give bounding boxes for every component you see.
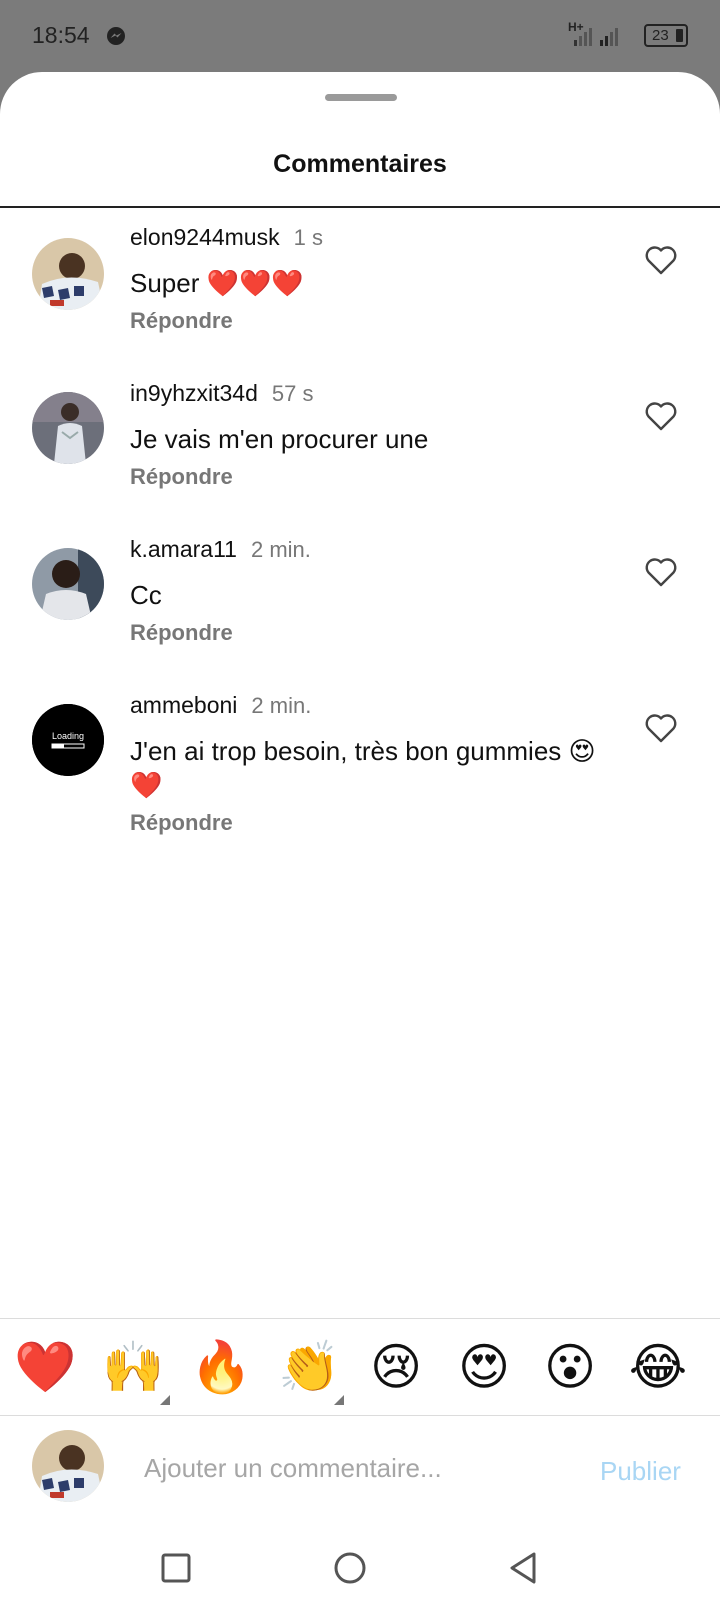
emoji-button-laughing[interactable]: 😂	[628, 1337, 688, 1397]
comment-text: Cc	[130, 580, 162, 610]
comment-text: J'en ai trop besoin, très bon gummies 😍❤…	[130, 736, 596, 800]
reply-button[interactable]: Répondre	[130, 810, 233, 836]
comment-time: 2 min.	[251, 693, 312, 718]
emoji-button-surprised[interactable]: 😮	[540, 1337, 600, 1397]
emoji-button-clap[interactable]: 👏	[278, 1337, 340, 1397]
comment-time: 57 s	[271, 381, 314, 406]
avatar-loading: Loading	[32, 704, 104, 776]
heart-icon[interactable]	[644, 712, 678, 744]
comment-time: 1 s	[293, 225, 323, 250]
comment-username[interactable]: ammeboni	[130, 692, 237, 719]
emoji-button-fire[interactable]: 🔥	[190, 1337, 252, 1397]
avatar-photo	[32, 548, 104, 620]
avatar-photo	[32, 1430, 104, 1502]
comment-header: ammeboni 2 min.	[130, 692, 311, 719]
comment-time: 2 min.	[250, 537, 311, 562]
comments-sheet: Commentaires elon9244musk 1 s Super ❤️❤️…	[0, 72, 720, 1612]
emoji-button-crying[interactable]: 😢	[366, 1337, 426, 1397]
avatar[interactable]	[32, 548, 104, 620]
avatar-photo	[32, 392, 104, 464]
skin-tone-indicator-icon	[160, 1395, 170, 1405]
avatar[interactable]	[32, 238, 104, 310]
reply-button[interactable]: Répondre	[130, 464, 233, 490]
signal-icon	[574, 28, 592, 46]
comment-header: elon9244musk 1 s	[130, 224, 323, 251]
status-bar: 18:54 H+ 23	[0, 0, 720, 72]
avatar[interactable]: Loading	[32, 704, 104, 776]
comment-username[interactable]: elon9244musk	[130, 224, 280, 251]
reply-button[interactable]: Répondre	[130, 620, 233, 646]
back-icon[interactable]	[504, 1548, 544, 1588]
battery-level: 23	[652, 27, 669, 44]
reply-button[interactable]: Répondre	[130, 308, 233, 334]
recent-apps-icon[interactable]	[156, 1548, 196, 1588]
battery-indicator: 23	[644, 24, 688, 47]
sheet-title: Commentaires	[273, 150, 447, 178]
avatar	[32, 1430, 104, 1502]
comment-composer: Publier	[0, 1416, 720, 1526]
home-icon[interactable]	[330, 1548, 370, 1588]
comment-header: in9yhzxit34d 57 s	[130, 380, 313, 407]
comment-username[interactable]: k.amara11	[130, 536, 237, 563]
drag-handle[interactable]	[325, 94, 397, 101]
comment-text: Je vais m'en procurer une	[130, 424, 429, 454]
heart-icon[interactable]	[644, 556, 678, 588]
messenger-icon	[107, 27, 125, 45]
comment-text: Super ❤️❤️❤️	[130, 268, 304, 298]
heart-icon[interactable]	[644, 244, 678, 276]
status-time: 18:54	[32, 22, 90, 48]
avatar-loading-text: Loading	[52, 731, 84, 741]
divider	[0, 206, 720, 208]
emoji-button-heart-eyes[interactable]: 😍	[454, 1337, 514, 1397]
heart-icon[interactable]	[644, 400, 678, 432]
system-navigation-bar	[0, 1526, 720, 1612]
avatar[interactable]	[32, 392, 104, 464]
emoji-button-raised-hands[interactable]: 🙌	[102, 1337, 164, 1397]
emoji-quick-bar: ❤️ 🙌 🔥 👏 😢 😍 😮 😂	[0, 1319, 720, 1415]
publish-button[interactable]: Publier	[600, 1456, 681, 1487]
comment-username[interactable]: in9yhzxit34d	[130, 380, 258, 407]
comment-input[interactable]	[144, 1440, 584, 1496]
comment-header: k.amara11 2 min.	[130, 536, 311, 563]
signal-icon	[600, 28, 618, 46]
skin-tone-indicator-icon	[334, 1395, 344, 1405]
emoji-button-heart[interactable]: ❤️	[14, 1337, 76, 1397]
avatar-photo	[32, 238, 104, 310]
